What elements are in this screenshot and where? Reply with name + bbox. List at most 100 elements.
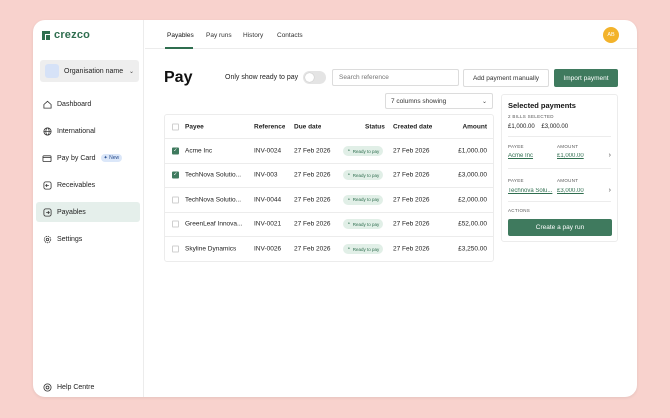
card-icon — [42, 153, 52, 163]
divider — [508, 136, 611, 137]
column-header-status[interactable]: Status — [365, 123, 385, 130]
toggle-knob — [305, 73, 314, 82]
created-date-cell: 27 Feb 2026 — [393, 147, 430, 155]
sidebar-item-receivables[interactable]: Receivables — [36, 175, 140, 195]
payee-cell: Acme Inc — [185, 147, 213, 155]
status-icon: ⚬ — [347, 221, 351, 227]
amount-cell: £52,00.00 — [458, 220, 487, 228]
due-date-cell: 27 Feb 2026 — [294, 196, 331, 204]
sidebar-item-label: International — [57, 127, 96, 135]
logo[interactable]: crezco — [42, 29, 90, 41]
chevron-down-icon: ⌄ — [128, 68, 134, 75]
selected-payee-link[interactable]: Acme Inc — [508, 153, 553, 159]
columns-select[interactable]: 7 columns showing ⌄ — [385, 93, 493, 109]
status-label: Ready to pay — [352, 221, 380, 227]
column-header-due-date[interactable]: Due date — [294, 123, 321, 130]
payables-icon — [42, 207, 52, 217]
selected-totals: £1,000.00 £3,000.00 — [508, 124, 573, 130]
status-icon: ⚬ — [347, 172, 351, 178]
sidebar-item-label: Payables — [57, 208, 86, 216]
selected-amount-link[interactable]: £3,000.00 — [557, 188, 584, 194]
globe-icon — [42, 126, 52, 136]
status-icon: ⚬ — [347, 148, 351, 154]
amount-label: AMOUNT — [557, 178, 579, 183]
reference-cell: INV-003 — [254, 171, 278, 179]
selected-amount-link[interactable]: £1,000.00 — [557, 153, 584, 159]
created-date-cell: 27 Feb 2026 — [393, 171, 430, 179]
page-title: Pay — [164, 69, 193, 86]
amount-cell: £3,000.00 — [458, 171, 487, 179]
logo-mark-icon — [42, 30, 50, 40]
sidebar-item-pay-by-card[interactable]: Pay by Card ✦ New — [36, 148, 140, 168]
sidebar-item-settings[interactable]: Settings — [36, 229, 140, 249]
row-checkbox[interactable] — [172, 220, 179, 228]
tab-contacts[interactable]: Contacts — [277, 32, 303, 39]
row-checkbox[interactable]: ✓ — [172, 147, 179, 155]
ready-to-pay-toggle[interactable] — [303, 71, 326, 84]
org-switcher[interactable]: Organisation name ⌄ — [40, 60, 139, 82]
table-row[interactable]: Skyline Dynamics INV-0026 27 Feb 2026 ⚬ R… — [165, 237, 493, 261]
status-badge: ⚬ Ready to pay — [343, 146, 384, 157]
created-date-cell: 27 Feb 2026 — [393, 245, 430, 253]
amount-cell: £1,000.00 — [458, 147, 487, 155]
table-row[interactable]: GreenLeaf Innova... INV-0021 27 Feb 2026… — [165, 213, 493, 237]
divider — [508, 201, 611, 202]
ready-to-pay-toggle-label: Only show ready to pay — [225, 74, 299, 81]
sidebar-item-label: Receivables — [57, 181, 96, 189]
status-icon: ⚬ — [347, 246, 351, 252]
active-tab-indicator — [165, 47, 193, 49]
selected-total-amount: £3,000.00 — [541, 124, 569, 130]
column-header-payee[interactable]: Payee — [185, 123, 248, 130]
sidebar-item-payables[interactable]: Payables — [36, 202, 140, 222]
column-header-created-date[interactable]: Created date — [393, 123, 432, 130]
reference-cell: INV-0026 — [254, 245, 282, 253]
status-badge: ⚬ Ready to pay — [343, 219, 384, 230]
due-date-cell: 27 Feb 2026 — [294, 220, 331, 228]
help-centre-label: Help Centre — [57, 383, 95, 391]
row-checkbox[interactable] — [172, 245, 179, 253]
status-label: Ready to pay — [352, 148, 380, 154]
avatar[interactable]: AB — [603, 27, 619, 43]
selected-payee-link[interactable]: Technova Solu... — [508, 188, 553, 194]
status-label: Ready to pay — [352, 172, 380, 178]
table-row[interactable]: TechNova Solutio... INV-0044 27 Feb 2026… — [165, 188, 493, 213]
gear-icon — [42, 234, 52, 244]
reference-cell: INV-0044 — [254, 196, 282, 204]
payee-cell: TechNova Solutio... — [185, 196, 242, 204]
chevron-right-icon[interactable]: › — [609, 187, 611, 194]
payee-cell: TechNova Solutio... — [185, 171, 242, 179]
due-date-cell: 27 Feb 2026 — [294, 171, 331, 179]
sidebar-item-label: Dashboard — [57, 100, 92, 108]
tab-payables[interactable]: Payables — [167, 32, 194, 39]
sidebar-item-label: Pay by Card — [57, 154, 96, 162]
row-checkbox[interactable]: ✓ — [172, 171, 179, 179]
selected-payments-panel: Selected payments 2 BILLS SELECTED £1,00… — [501, 94, 618, 242]
main-content: Payables Pay runs History Contacts AB Pa… — [145, 20, 637, 397]
table-row[interactable]: ✓ TechNova Solutio... INV-003 27 Feb 202… — [165, 164, 493, 189]
sidebar-item-international[interactable]: International — [36, 121, 140, 141]
created-date-cell: 27 Feb 2026 — [393, 220, 430, 228]
tab-pay-runs[interactable]: Pay runs — [206, 32, 232, 39]
status-badge: ⚬ Ready to pay — [343, 194, 384, 205]
create-pay-run-button[interactable]: Create a pay run — [508, 219, 612, 236]
add-payment-manually-button[interactable]: Add payment manually — [463, 69, 549, 87]
row-checkbox[interactable] — [172, 196, 179, 204]
org-name: Organisation name — [64, 67, 124, 75]
search-input[interactable] — [332, 69, 459, 86]
column-header-reference[interactable]: Reference — [254, 123, 285, 130]
payee-label: PAYEE — [508, 144, 524, 149]
sidebar-item-label: Settings — [57, 235, 83, 243]
top-navigation: Payables Pay runs History Contacts AB — [145, 20, 637, 49]
home-icon — [42, 99, 52, 109]
chevron-right-icon[interactable]: › — [609, 152, 611, 159]
help-centre-link[interactable]: Help Centre — [42, 382, 94, 392]
import-payment-button[interactable]: Import payment — [554, 69, 618, 87]
logo-text: crezco — [54, 29, 91, 41]
column-header-amount[interactable]: Amount — [462, 123, 487, 130]
select-all-checkbox[interactable] — [172, 123, 179, 131]
sidebar-item-dashboard[interactable]: Dashboard — [36, 94, 140, 114]
tab-history[interactable]: History — [243, 32, 263, 39]
status-badge: ⚬ Ready to pay — [343, 244, 384, 255]
table-row[interactable]: ✓ Acme Inc INV-0024 27 Feb 2026 ⚬ Ready t… — [165, 139, 493, 164]
table-header-row: Payee Reference Due date Status Created … — [165, 115, 493, 140]
